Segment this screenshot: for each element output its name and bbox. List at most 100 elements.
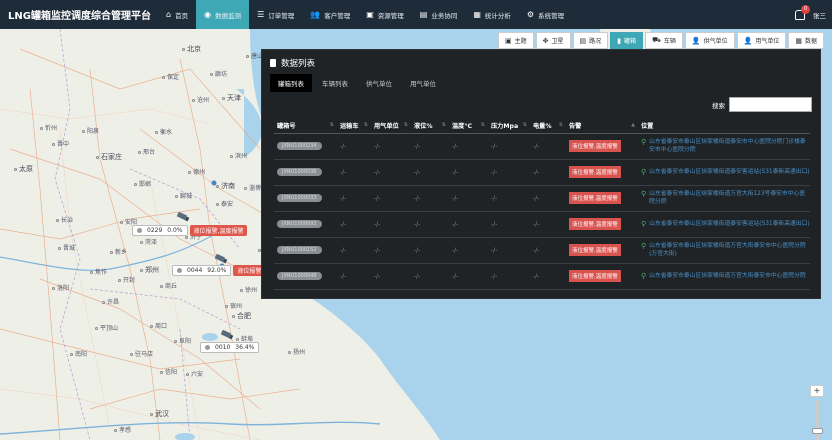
city-name: 商丘 xyxy=(165,283,178,290)
layer-toggle-1[interactable]: ✥ 卫星 xyxy=(535,32,571,49)
tab-2[interactable]: 供气单位 xyxy=(358,74,400,92)
home-icon: ⌂ xyxy=(166,10,172,19)
city-name: 驻马店 xyxy=(135,351,154,358)
city-dot xyxy=(52,143,55,146)
city-label: 德州 xyxy=(188,167,205,176)
column-header-label: 用气单位 xyxy=(374,122,399,130)
location-link[interactable]: ⚲ 山东省泰安市泰山区徐家楼街道泰安客运站(S31泰新高速出口) xyxy=(641,168,810,176)
column-header[interactable]: 电量% ⇅ xyxy=(530,118,566,134)
city-dot xyxy=(56,219,59,222)
layer-toggle-2[interactable]: ▤ 路况 xyxy=(572,32,609,49)
city-name: 保定 xyxy=(167,74,180,81)
location-link[interactable]: ⚲ 山东省泰安市泰山区徐家楼街道万官大街泰安市中心医院分院 xyxy=(641,272,810,280)
cell-level: -/- xyxy=(411,159,449,186)
tab-0[interactable]: 罐箱列表 xyxy=(270,74,312,92)
column-header[interactable]: 告警 ▲ xyxy=(566,118,638,134)
layer-toggle-7[interactable]: ▦ 数据 xyxy=(788,32,824,49)
location-link[interactable]: ⚲ 山东省泰安市泰山区徐家楼街道万官大街123号泰安市中心医院分院 xyxy=(641,190,810,206)
table-row[interactable]: JXNU1000093 -/- -/- -/- -/- -/- -/- 液位报警,温度报警 ⚲ 山… xyxy=(274,211,810,238)
truck-icon[interactable] xyxy=(220,330,234,340)
layer-toggle-3[interactable]: ▮ 罐箱 xyxy=(610,32,644,49)
column-header[interactable]: 用气单位 ⇅ xyxy=(371,118,411,134)
nav-item-label: 客户管理 xyxy=(324,11,351,20)
zoom-slider[interactable] xyxy=(811,400,823,440)
city-dot xyxy=(70,353,73,356)
location-link[interactable]: ⚲ 山东省泰安市泰山区徐家楼街道泰安市中心医院分院门诊楼泰安市中心医院分院 xyxy=(641,138,810,154)
tank-id-badge[interactable]: JXNU1000152 xyxy=(277,246,322,254)
tank-id-badge[interactable]: JXNU1000048 xyxy=(277,272,322,280)
tab-3[interactable]: 用气单位 xyxy=(402,74,444,92)
nav-item-1[interactable]: ◉ 数据监测 xyxy=(196,0,250,29)
zoom-handle[interactable] xyxy=(811,428,823,434)
city-label: 聊城 xyxy=(175,191,192,200)
cell-tank: JXNU1000036 xyxy=(274,159,337,186)
tank-id-badge[interactable]: JXNU1000033 xyxy=(277,194,322,202)
user-icon: 👤 xyxy=(691,36,701,45)
city-label: 信阳 xyxy=(160,367,177,376)
sort-icon: ⇅ xyxy=(480,122,485,128)
marker-status-dot xyxy=(177,268,182,273)
column-header[interactable]: 压力Mpa ⇅ xyxy=(488,118,530,134)
layer-toggle-6[interactable]: 👤 用气单位 xyxy=(736,32,787,49)
city-name: 南阳 xyxy=(75,351,88,358)
alarm-badge: 液位报警,温度报警 xyxy=(569,270,621,282)
city-name: 宿州 xyxy=(230,303,243,310)
cell-tank: JXNU1000048 xyxy=(274,263,337,290)
top-right-area: 0 张三 xyxy=(795,0,826,29)
truck-icon[interactable] xyxy=(176,212,190,222)
city-label: 保定 xyxy=(162,72,179,81)
city-dot xyxy=(58,247,61,250)
column-header-label: 罐箱号 xyxy=(277,122,296,130)
truck-icon[interactable] xyxy=(214,254,228,264)
nav-item-0[interactable]: ⌂ 首页 xyxy=(158,0,196,29)
nav-item-7[interactable]: ⚙ 系统管理 xyxy=(519,0,572,29)
nav-item-6[interactable]: ▦ 统计分析 xyxy=(465,0,519,29)
column-header[interactable]: 罐箱号 ⇅ xyxy=(274,118,337,134)
gear-icon: ⚙ xyxy=(526,10,535,19)
location-text: 山东省泰安市泰山区徐家楼街道泰安市中心医院分院门诊楼泰安市中心医院分院 xyxy=(649,139,806,153)
sort-icon: ⇅ xyxy=(558,122,563,128)
layer-toggle-4[interactable]: ⛟ 车辆 xyxy=(645,32,683,49)
column-header[interactable]: 温度°C ⇅ xyxy=(449,118,488,134)
user-name[interactable]: 张三 xyxy=(813,10,826,20)
city-label: 阜阳 xyxy=(174,336,191,345)
sort-icon: ⇅ xyxy=(363,122,368,128)
table-row[interactable]: JXNU1000234 -/- -/- -/- -/- -/- -/- 液位报警,温度报警 ⚲ 山… xyxy=(274,133,810,160)
location-link[interactable]: ⚲ 山东省泰安市泰山区徐家楼街道万官大街泰安市中心医院分院(万官大街) xyxy=(641,242,810,258)
city-name: 孝感 xyxy=(119,427,132,434)
table-row[interactable]: JXNU1000152 -/- -/- -/- -/- -/- -/- 液位报警,温度报警 ⚲ 山… xyxy=(274,237,810,264)
tank-id-badge[interactable]: JXNU1000036 xyxy=(277,168,322,176)
search-input[interactable] xyxy=(729,97,812,112)
column-header[interactable]: 位置 xyxy=(638,118,810,134)
search-label: 搜索 xyxy=(712,101,725,110)
location-link[interactable]: ⚲ 山东省泰安市泰山区徐家楼街道泰安客运站(S31泰新高速出口) xyxy=(641,220,810,228)
layer-toggle-5[interactable]: 👤 供气单位 xyxy=(684,32,735,49)
cell-location: ⚲ 山东省泰安市泰山区徐家楼街道万官大街泰安市中心医院分院(万官大街) xyxy=(638,237,810,264)
city-dot xyxy=(150,325,153,328)
vehicle-marker[interactable]: 0010 36.4% xyxy=(200,342,260,353)
nav-item-4[interactable]: ▣ 资源管理 xyxy=(358,0,412,29)
table-row[interactable]: JXNU1000036 -/- -/- -/- -/- -/- -/- 液位报警,温度报警 ⚲ 山… xyxy=(274,159,810,186)
nav-item-3[interactable]: 👥 客户管理 xyxy=(302,0,358,29)
vehicle-marker[interactable]: 0229 0.0% 液位报警,温度报警 xyxy=(132,225,248,236)
tank-id-badge[interactable]: JXNU1000234 xyxy=(277,142,322,150)
bell-icon[interactable]: 0 xyxy=(795,4,810,20)
sort-icon: ⇅ xyxy=(522,122,527,128)
city-dot xyxy=(182,47,185,51)
table-row[interactable]: JXNU1000048 -/- -/- -/- -/- -/- -/- 液位报警,温度报警 ⚲ 山… xyxy=(274,263,810,290)
city-label: 忻州 xyxy=(40,123,57,132)
tab-1[interactable]: 车辆列表 xyxy=(314,74,356,92)
table-row[interactable]: JXNU1000033 -/- -/- -/- -/- -/- -/- 液位报警,温度报警 ⚲ 山… xyxy=(274,185,810,212)
tank-id-badge[interactable]: JXNU1000093 xyxy=(277,220,322,228)
city-label: 南阳 xyxy=(70,349,87,358)
layer-toggle-label: 卫星 xyxy=(551,38,564,45)
city-name: 德州 xyxy=(193,169,206,176)
nav-item-2[interactable]: ☰ 订单管理 xyxy=(249,0,302,29)
nav-item-5[interactable]: ▤ 业务协同 xyxy=(412,0,466,29)
city-name: 菏泽 xyxy=(145,239,158,246)
column-header[interactable]: 运输车 ⇅ xyxy=(337,118,371,134)
marker-pct: 0.0% xyxy=(167,227,183,234)
zoom-in-button[interactable]: + xyxy=(810,385,824,397)
layer-toggle-0[interactable]: ▣ 主题 xyxy=(498,32,534,49)
column-header[interactable]: 液位% ⇅ xyxy=(411,118,449,134)
